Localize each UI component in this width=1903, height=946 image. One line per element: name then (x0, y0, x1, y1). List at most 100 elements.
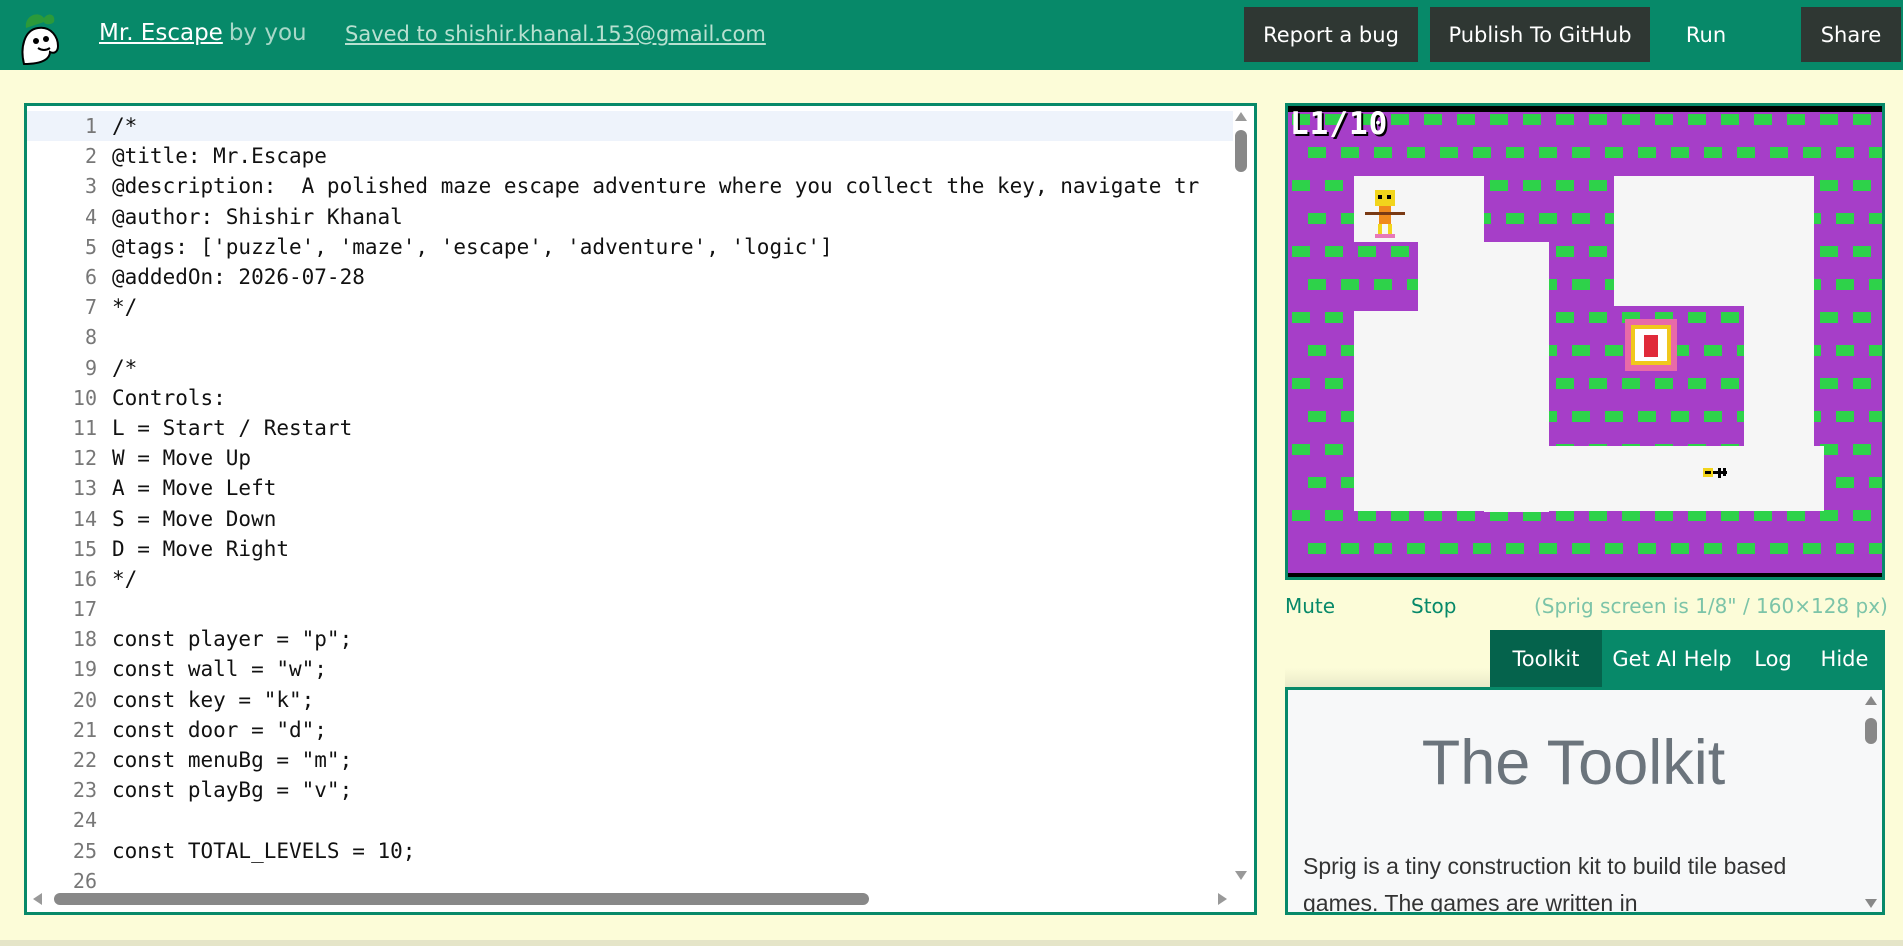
line-text[interactable]: A = Move Left (107, 476, 1233, 500)
code-line[interactable]: 24 (27, 805, 1233, 835)
scroll-up-icon[interactable] (1865, 696, 1877, 705)
code-line[interactable]: 14 S = Move Down (27, 503, 1233, 533)
line-text[interactable]: const TOTAL_LEVELS = 10; (107, 839, 1233, 863)
line-text[interactable]: S = Move Down (107, 507, 1233, 531)
report-bug-button[interactable]: Report a bug (1244, 7, 1418, 62)
tab-toolkit[interactable]: Toolkit (1490, 630, 1602, 687)
code-editor[interactable]: 1 /* 2 @title: Mr.Escape 3 @description: A po… (24, 103, 1257, 915)
code-line[interactable]: 15 D = Move Right (27, 534, 1233, 564)
code-line[interactable]: 18 const player = "p"; (27, 624, 1233, 654)
line-number: 19 (72, 657, 97, 682)
line-text[interactable]: */ (107, 295, 1233, 319)
line-number: 22 (72, 748, 97, 773)
line-number: 17 (72, 597, 97, 622)
line-text[interactable]: const playBg = "v"; (107, 778, 1233, 802)
line-number: 8 (84, 325, 97, 350)
line-number: 4 (84, 204, 97, 229)
scroll-thumb[interactable] (1235, 130, 1247, 172)
mute-button[interactable]: Mute (1285, 594, 1335, 618)
code-line[interactable]: 20 const key = "k"; (27, 685, 1233, 715)
line-text[interactable]: const menuBg = "m"; (107, 748, 1233, 772)
code-line[interactable]: 25 const TOTAL_LEVELS = 10; (27, 836, 1233, 866)
scroll-thumb[interactable] (1865, 718, 1877, 744)
tab-log[interactable]: Log (1742, 630, 1804, 687)
code-line[interactable]: 17 (27, 594, 1233, 624)
code-line[interactable]: 22 const menuBg = "m"; (27, 745, 1233, 775)
line-text[interactable]: L = Start / Restart (107, 416, 1233, 440)
toolkit-description: Sprig is a tiny construction kit to buil… (1303, 853, 1787, 915)
editor-vertical-scrollbar[interactable] (1228, 106, 1254, 886)
line-number: 24 (72, 808, 97, 833)
code-line[interactable]: 21 const door = "d"; (27, 715, 1233, 745)
editor-horizontal-scrollbar[interactable] (27, 886, 1233, 912)
code-line[interactable]: 7 */ (27, 292, 1233, 322)
top-bar: Mr. Escape by you Saved to shishir.khanal… (0, 0, 1903, 70)
line-text[interactable]: const door = "d"; (107, 718, 1233, 742)
saved-status-link[interactable]: Saved to shishir.khanal.153@gmail.com (345, 22, 766, 46)
toolkit-panel[interactable]: The Toolkit Sprig is a tiny construction… (1285, 687, 1885, 915)
line-text[interactable]: @tags: ['puzzle', 'maze', 'escape', 'adv… (107, 235, 1233, 259)
bottom-border (0, 940, 1903, 946)
line-number: 6 (84, 265, 97, 290)
screen-size-info: (Sprig screen is 1/8" / 160×128 px) (1534, 594, 1888, 618)
code-line[interactable]: 19 const wall = "w"; (27, 654, 1233, 684)
code-line[interactable]: 3 @description: A polished maze escape ad… (27, 171, 1233, 201)
game-canvas (1288, 112, 1882, 573)
code-line[interactable]: 11 L = Start / Restart (27, 413, 1233, 443)
run-button[interactable]: Run (1662, 7, 1750, 62)
line-number: 21 (72, 717, 97, 742)
publish-github-button[interactable]: Publish To GitHub (1430, 7, 1650, 62)
code-line[interactable]: 12 W = Move Up (27, 443, 1233, 473)
code-line[interactable]: 23 const playBg = "v"; (27, 775, 1233, 805)
scroll-left-icon[interactable] (33, 893, 42, 905)
code-line[interactable]: 8 (27, 322, 1233, 352)
line-text[interactable]: /* (107, 356, 1233, 380)
line-text[interactable]: @author: Shishir Khanal (107, 205, 1233, 229)
tab-hide[interactable]: Hide (1804, 630, 1885, 687)
line-number: 16 (72, 566, 97, 591)
door-sprite-icon (1625, 319, 1677, 371)
line-text[interactable]: @title: Mr.Escape (107, 144, 1233, 168)
line-number: 23 (72, 778, 97, 803)
code-line[interactable]: 10 Controls: (27, 383, 1233, 413)
line-text[interactable]: const player = "p"; (107, 627, 1233, 651)
code-line[interactable]: 16 */ (27, 564, 1233, 594)
scroll-thumb[interactable] (54, 893, 869, 905)
line-text[interactable]: @addedOn: 2026-07-28 (107, 265, 1233, 289)
game-screen[interactable]: L1/10 (1285, 103, 1885, 580)
line-text[interactable]: Controls: (107, 386, 1233, 410)
scroll-down-icon[interactable] (1235, 871, 1247, 880)
line-text[interactable]: /* (107, 114, 1233, 138)
line-number: 7 (84, 295, 97, 320)
code-line[interactable]: 1 /* (27, 111, 1233, 142)
line-text[interactable]: W = Move Up (107, 446, 1233, 470)
tab-get-ai-help[interactable]: Get AI Help (1602, 630, 1742, 687)
code-lines[interactable]: 1 /* 2 @title: Mr.Escape 3 @description: A po… (27, 111, 1233, 896)
line-text[interactable]: const wall = "w"; (107, 657, 1233, 681)
line-number: 11 (72, 415, 97, 440)
stop-button[interactable]: Stop (1411, 594, 1456, 618)
line-number: 14 (72, 506, 97, 531)
line-text[interactable]: const key = "k"; (107, 688, 1233, 712)
toolkit-heading: The Toolkit (1421, 728, 1726, 798)
share-button[interactable]: Share (1801, 7, 1901, 62)
sprig-logo-icon[interactable] (14, 8, 70, 66)
line-text[interactable]: @description: A polished maze escape adv… (107, 174, 1233, 198)
line-number: 3 (84, 174, 97, 199)
code-line[interactable]: 4 @author: Shishir Khanal (27, 202, 1233, 232)
scroll-right-icon[interactable] (1218, 893, 1227, 905)
line-number: 13 (72, 476, 97, 501)
scroll-up-icon[interactable] (1235, 112, 1247, 121)
project-name-link[interactable]: Mr. Escape (99, 20, 223, 46)
code-line[interactable]: 2 @title: Mr.Escape (27, 141, 1233, 171)
line-text[interactable]: D = Move Right (107, 537, 1233, 561)
code-line[interactable]: 13 A = Move Left (27, 473, 1233, 503)
scroll-down-icon[interactable] (1865, 899, 1877, 908)
code-line[interactable]: 9 /* (27, 353, 1233, 383)
line-text[interactable]: */ (107, 567, 1233, 591)
project-owner: by you (228, 20, 307, 46)
toolkit-scrollbar[interactable] (1860, 690, 1882, 912)
code-line[interactable]: 5 @tags: ['puzzle', 'maze', 'escape', 'ad… (27, 232, 1233, 262)
line-number: 25 (72, 838, 97, 863)
code-line[interactable]: 6 @addedOn: 2026-07-28 (27, 262, 1233, 292)
